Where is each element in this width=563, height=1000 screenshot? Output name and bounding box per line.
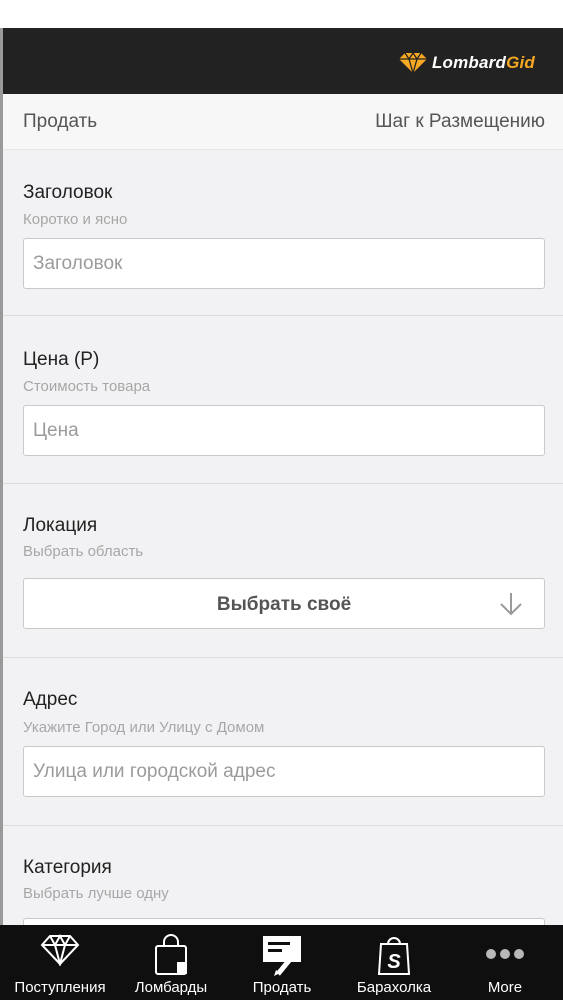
price-field [23,405,545,456]
address-input[interactable] [24,747,544,796]
step-label: Шаг к Размещению [375,111,545,132]
logo[interactable]: LombardGid [398,52,535,74]
address-section: Адрес Укажите Город или Улицу с Домом [3,658,563,826]
tab-label: Ломбарды [134,979,208,996]
price-label: Цена (Р) [23,349,100,370]
page-title: Продать [23,111,98,132]
diamond-icon [398,52,427,74]
location-hint: Выбрать область [23,543,144,560]
edit-document-icon [263,936,301,976]
location-select-button[interactable]: Выбрать своё [23,578,545,629]
address-field [23,746,545,797]
address-label: Адрес [23,689,78,710]
tab-flea-market[interactable]: S Барахолка [338,925,450,1000]
logo-main: Lombard [431,53,507,72]
location-label: Локация [23,515,98,536]
logo-accent: Gid [506,53,535,72]
category-hint: Выбрать лучше одну [23,885,169,902]
category-label: Категория [23,857,112,878]
tab-bar: Поступления Ломбарды Продать S Барахолка [0,925,563,1000]
svg-text:S: S [387,951,401,973]
category-section: Категория Выбрать лучше одну [3,826,563,925]
location-select-label: Выбрать своё [216,594,352,615]
price-section: Цена (Р) Стоимость товара [3,316,563,484]
tab-label: Поступления [14,979,106,996]
subheader: Продать Шаг к Размещению [3,94,563,150]
tab-label: More [487,979,523,996]
category-select-button[interactable] [23,918,545,925]
more-dots-icon [486,949,524,959]
status-strip [0,0,563,28]
price-hint: Стоимость товара [23,378,151,395]
tab-arrivals[interactable]: Поступления [4,925,116,1000]
title-hint: Коротко и ясно [23,211,128,228]
arrow-down-icon [500,593,522,616]
tab-more[interactable]: More [449,925,561,1000]
location-section: Локация Выбрать область Выбрать своё [3,484,563,658]
title-label: Заголовок [23,182,113,203]
title-input[interactable] [24,239,544,288]
tab-label: Продать [252,979,312,996]
app-header: LombardGid [3,28,563,94]
address-hint: Укажите Город или Улицу с Домом [23,719,265,736]
title-section: Заголовок Коротко и ясно [3,150,563,316]
tab-pawnshops[interactable]: Ломбарды [115,925,227,1000]
tab-label: Барахолка [356,979,432,996]
logo-text: LombardGid [432,53,535,73]
shopify-bag-icon: S [377,937,411,975]
diamond-icon [40,934,80,966]
tab-sell[interactable]: Продать [226,925,338,1000]
price-input[interactable] [24,406,544,455]
title-field [23,238,545,289]
shopping-bag-icon [155,934,187,975]
